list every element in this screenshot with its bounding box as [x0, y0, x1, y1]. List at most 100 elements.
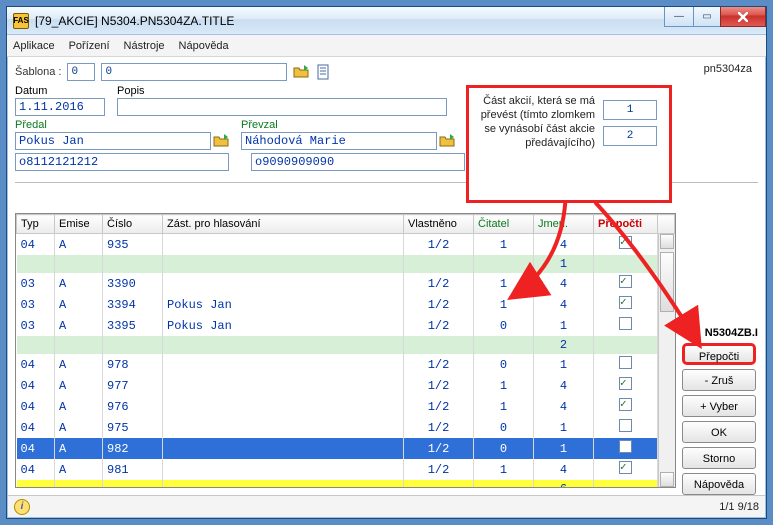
prevzal-code-input[interactable] [251, 153, 465, 171]
row-checkbox[interactable] [619, 317, 632, 330]
fraction-callout: Část akcií, která se má převést (tímto z… [466, 85, 672, 203]
table-cell [163, 480, 404, 488]
table-cell: 1 [534, 354, 594, 375]
document-icon[interactable] [315, 64, 331, 80]
menu-nastroje[interactable]: Nástroje [124, 40, 165, 52]
table-cell-checkbox [594, 396, 658, 417]
scroll-down[interactable] [660, 472, 674, 487]
table-cell-checkbox [594, 234, 658, 256]
table-row[interactable]: 03A33901/214 [17, 273, 675, 294]
prevzal-lookup-icon[interactable] [439, 133, 455, 149]
col-zast[interactable]: Zást. pro hlasování [163, 215, 404, 234]
col-emise[interactable]: Emise [55, 215, 103, 234]
row-checkbox[interactable] [619, 419, 632, 432]
fraction-denominator[interactable]: 2 [603, 126, 657, 146]
table-row[interactable]: 04A9351/214 [17, 234, 675, 256]
table-cell [163, 417, 404, 438]
napoveda-button[interactable]: Nápověda [682, 473, 756, 495]
col-vlastneno[interactable]: Vlastněno [404, 215, 474, 234]
fraction-text: Část akcií, která se má převést (tímto z… [477, 94, 595, 194]
table-row[interactable]: 04A9781/201 [17, 354, 675, 375]
table-cell: 1 [474, 459, 534, 480]
table-cell: A [55, 315, 103, 336]
predal-code-input[interactable] [15, 153, 229, 171]
table-cell: 04 [17, 234, 55, 256]
datum-input[interactable] [15, 98, 105, 116]
menu-aplikace[interactable]: Aplikace [13, 40, 55, 52]
vyber-button[interactable]: + Vyber [682, 395, 756, 417]
table-cell: 1 [474, 294, 534, 315]
minimize-button[interactable]: — [664, 7, 694, 27]
popis-input[interactable] [117, 98, 447, 116]
predal-input[interactable] [15, 132, 211, 150]
table-cell [163, 234, 404, 256]
table-cell: A [55, 354, 103, 375]
table-cell [404, 255, 474, 273]
zrus-button[interactable]: - Zruš [682, 369, 756, 391]
table-cell [474, 336, 534, 354]
table-row[interactable]: 6 [17, 480, 675, 488]
table-cell: 1/2 [404, 417, 474, 438]
table-cell: 03 [17, 315, 55, 336]
menu-porizeni[interactable]: Pořízení [69, 40, 110, 52]
row-checkbox[interactable] [619, 398, 632, 411]
row-checkbox[interactable] [619, 440, 632, 453]
col-jmen[interactable]: Jmen. [534, 215, 594, 234]
window-title: [79_AKCIE] N5304.PN5304ZA.TITLE [35, 14, 234, 28]
table-cell: 0 [474, 315, 534, 336]
table-cell-checkbox [594, 354, 658, 375]
table-cell: 4 [534, 396, 594, 417]
table-cell [163, 354, 404, 375]
table-row[interactable]: 04A9811/214 [17, 459, 675, 480]
table-row[interactable]: 2 [17, 336, 675, 354]
table-cell: A [55, 375, 103, 396]
table-cell [17, 480, 55, 488]
col-citatel[interactable]: Čitatel [474, 215, 534, 234]
open-template-icon[interactable] [293, 64, 309, 80]
ok-button[interactable]: OK [682, 421, 756, 443]
storno-button[interactable]: Storno [682, 447, 756, 469]
row-checkbox[interactable] [619, 461, 632, 474]
info-icon[interactable]: i [14, 499, 30, 515]
table-cell: 1 [534, 315, 594, 336]
table-cell: 1/2 [404, 438, 474, 459]
table-row[interactable]: 1 [17, 255, 675, 273]
table-scrollbar[interactable] [658, 234, 675, 487]
row-checkbox[interactable] [619, 236, 632, 249]
table-cell: 1 [534, 438, 594, 459]
scroll-thumb[interactable] [660, 252, 674, 312]
row-checkbox[interactable] [619, 356, 632, 369]
table-cell: 935 [103, 234, 163, 256]
row-checkbox[interactable] [619, 296, 632, 309]
table-row[interactable]: 04A9761/214 [17, 396, 675, 417]
row-checkbox[interactable] [619, 377, 632, 390]
table-row[interactable]: 04A9751/201 [17, 417, 675, 438]
close-button[interactable] [720, 7, 766, 27]
menu-napoveda[interactable]: Nápověda [179, 40, 229, 52]
predal-lookup-icon[interactable] [213, 133, 229, 149]
fraction-numerator[interactable]: 1 [603, 100, 657, 120]
prepocti-button[interactable]: Přepočti [682, 343, 756, 365]
row-checkbox[interactable] [619, 275, 632, 288]
table-row[interactable]: 04A9821/201 [17, 438, 675, 459]
scroll-up[interactable] [660, 234, 674, 249]
template-code-input[interactable] [67, 63, 95, 81]
template-name-input[interactable] [101, 63, 287, 81]
table-row[interactable]: 04A9771/214 [17, 375, 675, 396]
predal-label: Předal [15, 119, 229, 131]
table-cell: 977 [103, 375, 163, 396]
col-prepocti[interactable]: Přepočti [594, 215, 658, 234]
col-typ[interactable]: Typ [17, 215, 55, 234]
table-cell-checkbox [594, 294, 658, 315]
table-cell: 04 [17, 459, 55, 480]
table-cell: 3390 [103, 273, 163, 294]
col-cislo[interactable]: Číslo [103, 215, 163, 234]
table-row[interactable]: 03A3395Pokus Jan1/201 [17, 315, 675, 336]
table-cell: 3394 [103, 294, 163, 315]
table-row[interactable]: 03A3394Pokus Jan1/214 [17, 294, 675, 315]
prevzal-input[interactable] [241, 132, 437, 150]
table-cell [163, 273, 404, 294]
table-cell: 4 [534, 234, 594, 256]
maximize-button[interactable]: ▭ [693, 7, 721, 27]
table-cell [55, 255, 103, 273]
